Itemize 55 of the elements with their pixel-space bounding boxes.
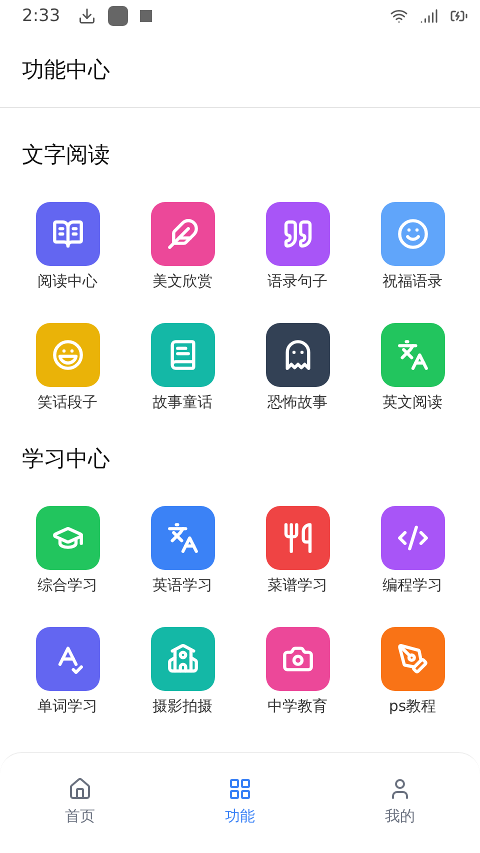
feature-label[interactable]: ps教程 (388, 697, 436, 716)
feature-tile-icon[interactable] (150, 202, 214, 266)
feature-tile-icon[interactable] (266, 506, 330, 570)
translate-icon (166, 522, 198, 554)
pen-icon (396, 643, 428, 675)
feature-label[interactable]: 菜谱学习 (268, 576, 328, 595)
home-icon (68, 777, 92, 801)
feature-tile-icon[interactable] (150, 627, 214, 691)
feature-tile-icon[interactable] (380, 627, 444, 691)
feature-tile-icon[interactable] (380, 323, 444, 387)
feature-label[interactable]: 英语学习 (152, 576, 212, 595)
app-notification-icon (108, 6, 128, 26)
download-icon (78, 7, 96, 25)
feature-label[interactable]: 笑话段子 (38, 393, 98, 412)
page-title: 功能中心 (22, 56, 110, 84)
quote-icon (282, 218, 314, 250)
nav-tab[interactable]: 我的 (320, 753, 480, 853)
laugh-icon (52, 339, 84, 371)
feature-tile-icon[interactable] (150, 506, 214, 570)
feature-tile-icon[interactable] (266, 202, 330, 266)
feature-tile-icon[interactable] (36, 627, 100, 691)
feature-label[interactable]: 美文欣赏 (152, 272, 212, 291)
feature-label[interactable]: 编程学习 (382, 576, 442, 595)
feature-label[interactable]: 摄影拍摄 (152, 697, 212, 716)
utensils-icon (282, 522, 314, 554)
feature-label[interactable]: 恐怖故事 (268, 393, 328, 412)
feature-label[interactable]: 语录句子 (268, 272, 328, 291)
status-time: 2:33 (22, 6, 60, 26)
feature-tile-icon[interactable] (266, 627, 330, 691)
feature-tile-icon[interactable] (150, 323, 214, 387)
translate-icon (396, 339, 428, 371)
book-reader-icon (52, 218, 84, 250)
feature-label[interactable]: 中学教育 (268, 697, 328, 716)
feather-icon (166, 218, 198, 250)
feature-label[interactable]: 阅读中心 (38, 272, 98, 291)
feature-tile-icon[interactable] (266, 323, 330, 387)
feature-label[interactable]: 单词学习 (38, 697, 98, 716)
feature-label[interactable]: 故事童话 (152, 393, 212, 412)
nav-tab[interactable]: 功能 (160, 753, 320, 853)
feature-tile-icon[interactable] (380, 202, 444, 266)
section-title: 文字阅读 (21, 142, 111, 170)
feature-tile-icon[interactable] (36, 323, 100, 387)
feature-tile-icon[interactable] (36, 202, 100, 266)
feature-tile-icon[interactable] (36, 506, 100, 570)
wifi-icon (390, 7, 408, 25)
feature-tile-icon[interactable] (380, 506, 444, 570)
school-icon (166, 643, 198, 675)
smile-icon (396, 218, 428, 250)
signal-icon (420, 7, 438, 25)
feature-label[interactable]: 祝福语录 (382, 272, 442, 291)
feature-label[interactable]: 综合学习 (38, 576, 98, 595)
section-title: 学习中心 (21, 446, 111, 474)
feature-label[interactable]: 英文阅读 (382, 393, 442, 412)
nav-tab[interactable]: 首页 (0, 753, 160, 853)
grid-icon (228, 777, 252, 801)
